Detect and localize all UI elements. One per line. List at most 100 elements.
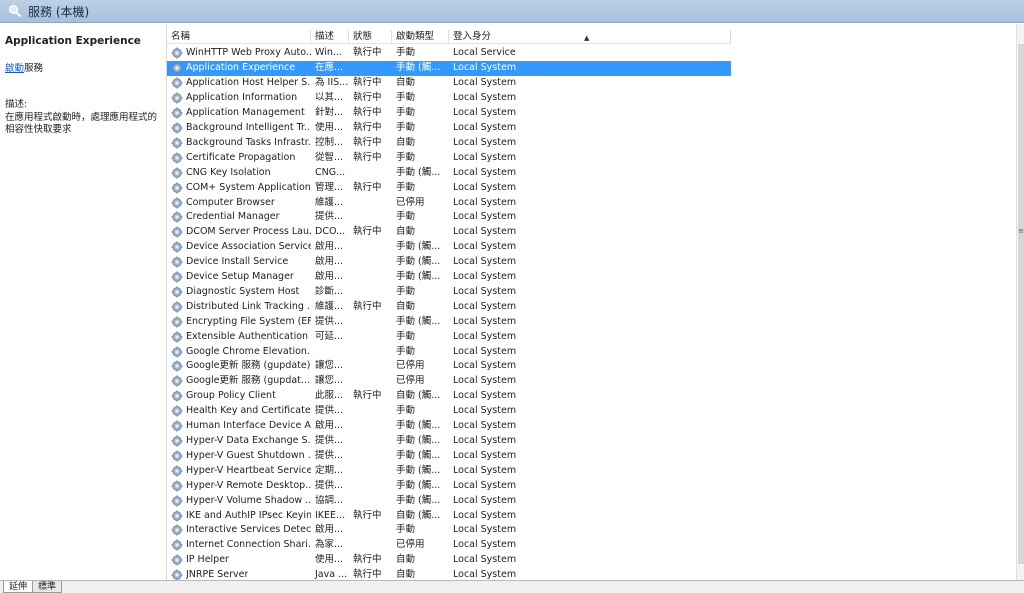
service-name: Device Association Service	[186, 241, 311, 253]
service-row[interactable]: COM+ System Application 管理... 執行中 手動 Local S…	[167, 180, 731, 195]
service-row[interactable]: Distributed Link Tracking ... 維護... 執行中 自動 L…	[167, 299, 731, 314]
service-row[interactable]: Application Information 以其... 執行中 手動 Local S…	[167, 91, 731, 106]
column-header-log-on-as[interactable]: 登入身分 ▲	[449, 30, 731, 44]
vertical-scrollbar[interactable]: ≡	[1016, 24, 1024, 580]
service-status	[349, 449, 392, 463]
column-header-status[interactable]: 狀態	[349, 30, 392, 44]
service-startup-type: 手動 (觸...	[396, 479, 441, 491]
service-description: 以其...	[315, 92, 344, 104]
service-row[interactable]: Hyper-V Remote Desktop... 提供... 手動 (觸... Lo…	[167, 478, 731, 493]
service-row[interactable]: WinHTTP Web Proxy Auto... Win... 執行中 手動 Loca…	[167, 46, 731, 61]
service-row[interactable]: Hyper-V Data Exchange S... 提供... 手動 (觸... L…	[167, 434, 731, 449]
service-status	[349, 315, 392, 329]
service-row[interactable]: Device Association Service 啟用... 手動 (觸... L…	[167, 240, 731, 255]
service-row[interactable]: CNG Key Isolation CNG... 手動 (觸... Local Sys…	[167, 165, 731, 180]
service-row[interactable]: Hyper-V Guest Shutdown ... 提供... 手動 (觸... L…	[167, 448, 731, 463]
service-status	[349, 196, 392, 210]
service-name-cell: Background Tasks Infrastr...	[167, 136, 311, 150]
service-startup-type: 手動	[396, 405, 416, 417]
service-log-on-as: Local System	[453, 256, 517, 268]
service-description: 管理...	[315, 181, 344, 193]
description-text: 在應用程式啟動時，處理應用程式的相容性快取要求	[5, 112, 158, 135]
column-header-startup-type[interactable]: 啟動類型	[392, 30, 449, 44]
service-description: 在應...	[315, 62, 344, 74]
service-name: Certificate Propagation	[186, 151, 296, 163]
service-row[interactable]: Device Install Service 啟用... 手動 (觸... Local…	[167, 255, 731, 270]
service-status: 執行中	[353, 151, 382, 163]
service-startup-type: 手動 (觸...	[396, 271, 441, 283]
service-name-cell: Extensible Authentication ...	[167, 330, 311, 344]
service-gear-icon	[171, 152, 183, 164]
service-row[interactable]: Google更新 服務 (gupdate) 讓您... 已停用 Local Syste…	[167, 359, 731, 374]
service-status	[349, 61, 392, 75]
service-row[interactable]: Background Intelligent Tr... 使用... 執行中 手動 Lo…	[167, 121, 731, 136]
service-row[interactable]: Certificate Propagation 從智... 執行中 手動 Local S…	[167, 150, 731, 165]
service-row[interactable]: Hyper-V Heartbeat Service 定期... 手動 (觸... Lo…	[167, 463, 731, 478]
service-row[interactable]: Application Experience 在應... 手動 (觸... Local…	[167, 60, 731, 76]
service-name-cell: Diagnostic System Host	[167, 285, 311, 299]
service-name: Background Tasks Infrastr...	[186, 136, 311, 148]
service-status	[349, 240, 392, 254]
service-startup-type: 自動	[396, 569, 416, 580]
service-row[interactable]: DCOM Server Process Lau... DCO... 執行中 自動 Loc…	[167, 225, 731, 240]
service-row[interactable]: Human Interface Device A... 啟用... 手動 (觸...…	[167, 419, 731, 434]
service-row[interactable]: IP Helper 使用... 執行中 自動 Local System	[167, 553, 731, 568]
service-row[interactable]: Hyper-V Volume Shadow ... 協調... 手動 (觸... Lo…	[167, 493, 731, 508]
service-row[interactable]: Diagnostic System Host 診斷... 手動 Local Syste…	[167, 285, 731, 300]
services-list[interactable]: 名稱 描述 狀態 啟動類型 登入身分 ▲ WinHTTP Web Proxy Au…	[166, 24, 1016, 580]
scrollbar-thumb[interactable]	[1018, 44, 1024, 564]
service-name: Hyper-V Data Exchange S...	[186, 435, 311, 447]
service-row[interactable]: Interactive Services Detect... 啟用... 手動 Loc…	[167, 523, 731, 538]
service-name-cell: Device Setup Manager	[167, 270, 311, 284]
service-row[interactable]: Device Setup Manager 啟用... 手動 (觸... Local S…	[167, 270, 731, 285]
service-startup-type: 自動	[396, 77, 416, 89]
service-name: Google Chrome Elevation...	[186, 345, 311, 357]
column-header-description[interactable]: 描述	[311, 30, 349, 44]
service-gear-icon	[171, 226, 183, 238]
service-startup-type: 手動	[396, 107, 416, 119]
service-name: Device Setup Manager	[186, 271, 294, 283]
service-status: 執行中	[353, 47, 382, 59]
tab-extended[interactable]: 延伸	[3, 581, 34, 593]
service-log-on-as: Local System	[453, 554, 517, 566]
service-row[interactable]: Encrypting File System (EFS) 提供... 手動 (觸..…	[167, 314, 731, 329]
service-status	[349, 479, 392, 493]
service-row[interactable]: Application Management 針對... 執行中 手動 Local Sy…	[167, 106, 731, 121]
service-row[interactable]: Google更新 服務 (gupdat... 讓您... 已停用 Local Syst…	[167, 374, 731, 389]
service-row[interactable]: Extensible Authentication ... 可延... 手動 Loca…	[167, 329, 731, 344]
service-row[interactable]: Health Key and Certificate... 提供... 手動 Loca…	[167, 404, 731, 419]
service-name-cell: Application Host Helper S...	[167, 76, 311, 90]
service-description: 使用...	[315, 121, 344, 133]
service-row[interactable]: Internet Connection Shari... 為家... 已停用 Loca…	[167, 538, 731, 553]
service-status	[349, 285, 392, 299]
service-name: COM+ System Application	[186, 181, 311, 193]
service-action: 啟動服務	[5, 60, 161, 74]
description-pane: Application Experience 啟動服務 描述: 在應用程式啟動時…	[0, 24, 166, 580]
service-row[interactable]: JNRPE Server Java ... 執行中 自動 Local System	[167, 568, 731, 580]
service-log-on-as: Local System	[453, 211, 517, 223]
service-startup-type: 手動	[396, 285, 416, 297]
start-service-link[interactable]: 啟動	[5, 63, 24, 74]
column-header-name[interactable]: 名稱	[167, 30, 311, 44]
service-row[interactable]: Group Policy Client 此服... 執行中 自動 (觸... Local…	[167, 389, 731, 404]
service-row[interactable]: Background Tasks Infrastr... 控制... 執行中 自動 Lo…	[167, 135, 731, 150]
service-gear-icon	[171, 435, 183, 447]
service-description: 為家...	[315, 539, 344, 551]
service-row[interactable]: Computer Browser 維護... 已停用 Local System	[167, 195, 731, 210]
service-status: 執行中	[353, 226, 382, 238]
service-row[interactable]: Application Host Helper S... 為 IIS... 執行中 自…	[167, 76, 731, 91]
service-name-cell: DCOM Server Process Lau...	[167, 225, 311, 239]
service-log-on-as: Local System	[453, 226, 517, 238]
service-name-cell: Encrypting File System (EFS)	[167, 315, 311, 329]
service-description: 提供...	[315, 405, 344, 417]
service-name-cell: IKE and AuthIP IPsec Keyin...	[167, 509, 311, 523]
service-startup-type: 自動	[396, 300, 416, 312]
service-name: Credential Manager	[186, 211, 280, 223]
service-name-cell: Google更新 服務 (gupdat...	[167, 374, 311, 388]
service-name: Encrypting File System (EFS)	[186, 315, 311, 327]
service-status	[349, 538, 392, 552]
tab-standard[interactable]: 標準	[32, 581, 63, 593]
service-row[interactable]: Credential Manager 提供... 手動 Local System	[167, 210, 731, 225]
service-row[interactable]: IKE and AuthIP IPsec Keyin... IKEE... 執行中 自…	[167, 508, 731, 523]
service-row[interactable]: Google Chrome Elevation... 手動 Local System	[167, 344, 731, 359]
